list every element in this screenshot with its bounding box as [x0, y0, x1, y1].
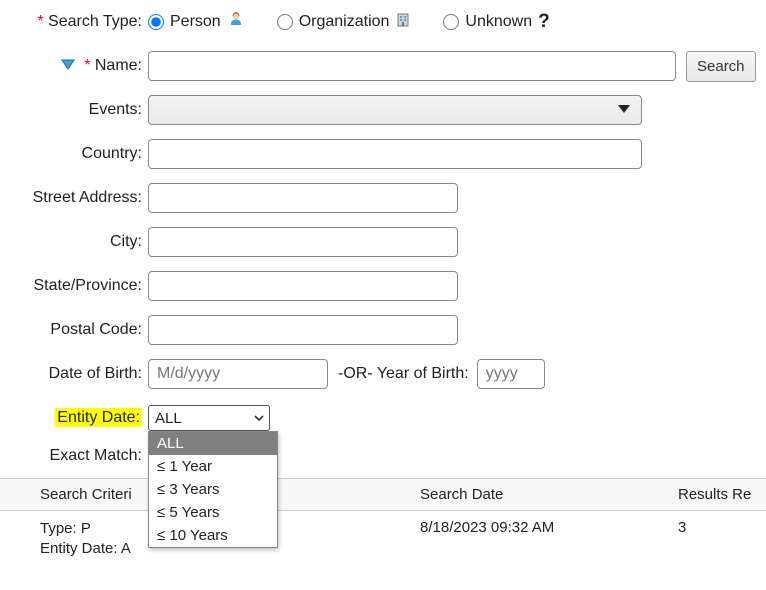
building-icon — [395, 12, 411, 33]
country-label: Country: — [0, 145, 148, 163]
street-label: Street Address: — [0, 189, 148, 207]
postal-label: Postal Code: — [0, 321, 148, 339]
exact-match-label: Exact Match: — [0, 447, 148, 465]
name-input[interactable] — [148, 51, 676, 81]
radio-person-input[interactable] — [148, 14, 164, 30]
dropdown-option-1yr[interactable]: ≤ 1 Year — [149, 455, 277, 478]
radio-person-label: Person — [170, 13, 221, 31]
search-type-label: * Search Type: — [0, 13, 148, 31]
entity-date-label: Entity Date: — [55, 408, 142, 427]
dropdown-option-all[interactable]: ALL — [149, 432, 277, 455]
or-yob-label: -OR- Year of Birth: — [338, 365, 469, 383]
radio-person[interactable]: Person — [148, 11, 245, 34]
dob-input[interactable] — [148, 359, 328, 389]
chevron-down-icon — [253, 410, 265, 427]
person-icon — [227, 11, 245, 34]
radio-unknown[interactable]: Unknown ? — [443, 11, 549, 33]
yob-input[interactable] — [477, 359, 545, 389]
dob-label: Date of Birth: — [0, 365, 148, 383]
radio-unknown-input[interactable] — [443, 14, 459, 30]
entity-date-label-col: Entity Date: — [0, 409, 148, 427]
city-label: City: — [0, 233, 148, 251]
postal-input[interactable] — [148, 315, 458, 345]
result-date: 8/18/2023 09:32 AM — [410, 517, 668, 562]
radio-organization[interactable]: Organization — [277, 12, 412, 33]
result-count: 3 — [668, 517, 766, 562]
caret-down-icon — [617, 101, 631, 119]
search-type-radio-group: Person Organization Unknown ? — [148, 11, 550, 34]
radio-unknown-label: Unknown — [465, 13, 532, 31]
events-label: Events: — [0, 101, 148, 119]
col-header-results: Results Re — [668, 479, 766, 510]
question-icon: ? — [538, 11, 550, 33]
country-input[interactable] — [148, 139, 642, 169]
col-header-date: Search Date — [410, 479, 668, 510]
results-row[interactable]: Type: P Entity Date: A 8/18/2023 09:32 A… — [0, 511, 766, 568]
radio-organization-input[interactable] — [277, 14, 293, 30]
entity-date-select[interactable]: ALL ALL ≤ 1 Year ≤ 3 Years ≤ 5 Years ≤ 1… — [148, 405, 270, 431]
entity-date-dropdown: ALL ≤ 1 Year ≤ 3 Years ≤ 5 Years ≤ 10 Ye… — [148, 431, 278, 548]
search-button[interactable]: Search — [686, 51, 756, 82]
entity-date-selected-value: ALL — [155, 410, 182, 427]
results-header-row: Search Criteri Search Date Results Re — [0, 478, 766, 511]
collapse-toggle-icon[interactable] — [60, 57, 76, 75]
name-label-col: * Name: — [0, 57, 148, 75]
radio-organization-label: Organization — [299, 13, 390, 31]
dropdown-option-3yr[interactable]: ≤ 3 Years — [149, 478, 277, 501]
dropdown-option-10yr[interactable]: ≤ 10 Years — [149, 524, 277, 547]
dropdown-option-5yr[interactable]: ≤ 5 Years — [149, 501, 277, 524]
state-label: State/Province: — [0, 277, 148, 295]
city-input[interactable] — [148, 227, 458, 257]
state-input[interactable] — [148, 271, 458, 301]
street-input[interactable] — [148, 183, 458, 213]
events-select[interactable] — [148, 95, 642, 125]
